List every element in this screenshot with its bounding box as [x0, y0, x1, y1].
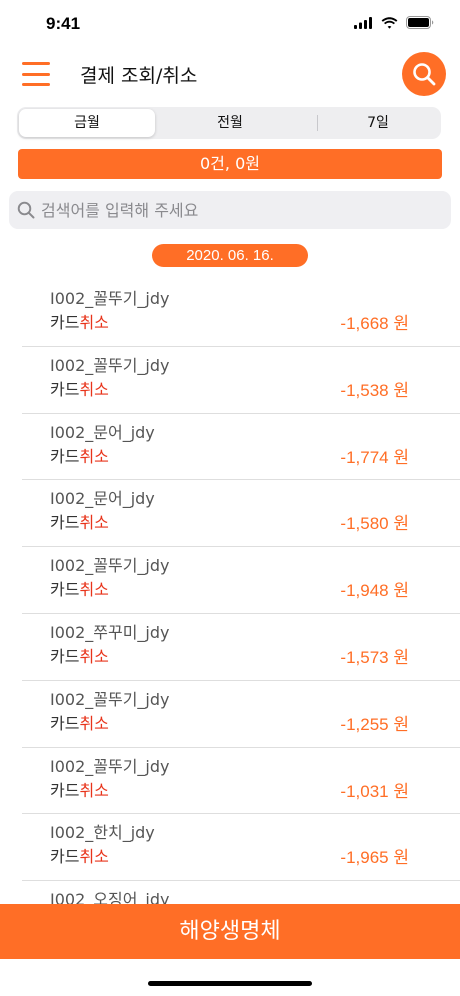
cancel-status: 취소 — [79, 313, 109, 332]
marine-life-button[interactable]: 해양생명체 — [0, 904, 460, 959]
date-header: 2020. 06. 16. — [152, 244, 308, 267]
search-field — [9, 191, 451, 229]
transaction-name: I002_오징어_jdy — [50, 890, 170, 904]
transaction-type: 카드취소 — [50, 576, 109, 600]
payment-method: 카드 — [50, 646, 80, 666]
transaction-row[interactable]: I002_꼴뚜기_jdy 카드취소 -1,538 원 — [0, 347, 460, 414]
home-indicator — [148, 981, 312, 986]
transaction-type: 카드취소 — [50, 777, 109, 801]
payment-method: 카드 — [50, 780, 80, 800]
transaction-row[interactable]: I002_오징어_jdy 카드취소 — [0, 881, 460, 904]
payment-method: 카드 — [50, 446, 80, 466]
payment-method: 카드 — [50, 713, 80, 733]
cancel-status: 취소 — [79, 646, 109, 666]
signal-icon — [354, 16, 372, 29]
transaction-amount: -1,255 원 — [340, 714, 409, 734]
transaction-name: I002_쭈꾸미_jdy — [50, 622, 170, 642]
transaction-amount: -1,573 원 — [340, 647, 409, 667]
cancel-status: 취소 — [79, 847, 109, 867]
transaction-name: I002_문어_jdy — [50, 422, 155, 442]
wifi-icon — [381, 16, 398, 29]
tab-this-month[interactable]: 금월 — [19, 109, 155, 137]
transaction-name: I002_꼴뚜기_jdy — [50, 689, 170, 709]
transaction-type: 카드취소 — [50, 309, 109, 333]
transaction-type: 카드취소 — [50, 443, 109, 467]
cancel-status: 취소 — [79, 446, 109, 466]
transaction-type: 카드취소 — [50, 509, 109, 533]
transaction-row[interactable]: I002_한치_jdy 카드취소 -1,965 원 — [0, 814, 460, 882]
transaction-list[interactable]: I002_꼴뚜기_jdy 카드취소 -1,668 원 I002_꼴뚜기_jdy … — [0, 280, 460, 904]
transaction-row[interactable]: I002_문어_jdy 카드취소 -1,774 원 — [0, 414, 460, 481]
status-bar: 9:41 — [0, 0, 460, 50]
payment-method: 카드 — [50, 379, 80, 399]
payment-method: 카드 — [50, 580, 80, 600]
transaction-row[interactable]: I002_꼴뚜기_jdy 카드취소 -1,255 원 — [0, 681, 460, 748]
payment-method: 카드 — [50, 513, 80, 533]
transaction-type: 카드취소 — [50, 710, 109, 734]
transaction-row[interactable]: I002_꼴뚜기_jdy 카드취소 -1,668 원 — [0, 280, 460, 347]
tab-divider — [317, 115, 318, 131]
search-field-icon — [17, 201, 35, 219]
status-time: 9:41 — [46, 14, 81, 33]
transaction-type: 카드취소 — [50, 643, 109, 667]
search-button[interactable] — [402, 52, 446, 96]
transaction-name: I002_한치_jdy — [50, 823, 155, 843]
summary-bar: 0건, 0원 — [18, 149, 442, 179]
page-title: 결제 조회/취소 — [80, 65, 198, 87]
transaction-name: I002_꼴뚜기_jdy — [50, 756, 170, 776]
transaction-amount: -1,948 원 — [340, 581, 409, 601]
cancel-status: 취소 — [79, 513, 109, 533]
payment-method: 카드 — [50, 847, 80, 867]
transaction-amount: -1,031 원 — [340, 781, 409, 801]
cancel-status: 취소 — [79, 713, 109, 733]
battery-icon — [406, 16, 434, 29]
transaction-amount: -1,668 원 — [340, 314, 409, 333]
search-icon — [413, 63, 436, 86]
transaction-amount: -1,965 원 — [340, 848, 409, 868]
cancel-status: 취소 — [79, 580, 109, 600]
transaction-amount: -1,774 원 — [340, 447, 409, 467]
status-icons — [354, 16, 434, 29]
transaction-amount: -1,538 원 — [340, 380, 409, 400]
period-tabs: 금월 전월 7일 — [17, 107, 441, 139]
transaction-name: I002_문어_jdy — [50, 489, 155, 509]
hamburger-icon[interactable] — [22, 62, 50, 86]
transaction-row[interactable]: I002_꼴뚜기_jdy 카드취소 -1,948 원 — [0, 547, 460, 614]
transaction-row[interactable]: I002_쭈꾸미_jdy 카드취소 -1,573 원 — [0, 614, 460, 681]
transaction-name: I002_꼴뚜기_jdy — [50, 355, 170, 375]
transaction-name: I002_꼴뚜기_jdy — [50, 556, 170, 576]
payment-method: 카드 — [50, 313, 80, 332]
tab-7-days[interactable]: 7일 — [319, 109, 437, 137]
transaction-type: 카드취소 — [50, 376, 109, 400]
search-input[interactable] — [41, 191, 441, 229]
transaction-amount: -1,580 원 — [340, 514, 409, 534]
transaction-row[interactable]: I002_문어_jdy 카드취소 -1,580 원 — [0, 480, 460, 548]
transaction-name: I002_꼴뚜기_jdy — [50, 289, 170, 308]
cancel-status: 취소 — [79, 780, 109, 800]
tab-last-month[interactable]: 전월 — [160, 109, 300, 137]
cancel-status: 취소 — [79, 379, 109, 399]
transaction-type: 카드취소 — [50, 843, 109, 867]
transaction-row[interactable]: I002_꼴뚜기_jdy 카드취소 -1,031 원 — [0, 748, 460, 815]
